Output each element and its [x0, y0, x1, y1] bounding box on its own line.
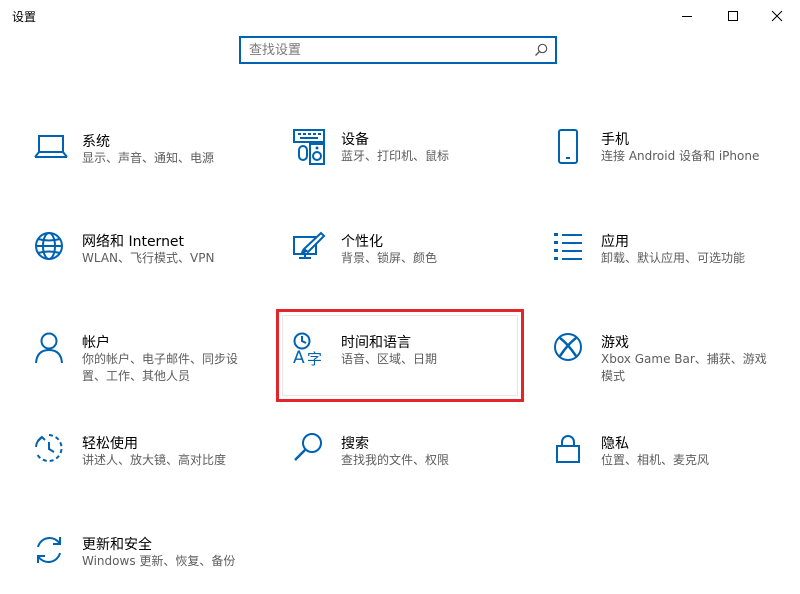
- item-desc: 卸载、默认应用、可选功能: [601, 251, 746, 265]
- item-desc: 蓝牙、打印机、鼠标: [341, 149, 450, 163]
- item-name: 个性化: [341, 234, 383, 250]
- close-button[interactable]: [754, 0, 800, 32]
- item-desc: 连接 Android 设备和 iPhone: [601, 149, 760, 163]
- settings-item-devices[interactable]: 设备 蓝牙、打印机、鼠标: [293, 129, 523, 189]
- settings-item-ease-of-access[interactable]: 轻松使用 讲述人、放大镜、高对比度: [34, 433, 264, 493]
- item-desc: 位置、相机、麦克风: [601, 453, 710, 467]
- settings-item-gaming[interactable]: 游戏 Xbox Game Bar、捕获、游戏模式: [553, 332, 783, 392]
- item-name: 游戏: [601, 335, 629, 351]
- item-name: 应用: [601, 234, 629, 250]
- settings-item-update-security[interactable]: 更新和安全 Windows 更新、恢复、备份: [34, 534, 264, 594]
- apps-list-icon: [554, 233, 582, 260]
- settings-item-time-language[interactable]: A 字 时间和语言 语音、区域、日期: [293, 332, 523, 392]
- maximize-button[interactable]: [710, 0, 756, 32]
- item-name: 系统: [82, 134, 110, 150]
- person-icon: [35, 332, 63, 364]
- window-title: 设置: [12, 10, 37, 24]
- item-desc: 显示、声音、通知、电源: [82, 151, 215, 165]
- phone-icon: [558, 129, 578, 164]
- settings-item-system[interactable]: 系统 显示、声音、通知、电源: [34, 131, 264, 191]
- item-name: 更新和安全: [82, 537, 152, 553]
- item-name: 轻松使用: [82, 436, 138, 452]
- minimize-button[interactable]: [664, 0, 710, 32]
- item-name: 搜索: [341, 436, 369, 452]
- title-bar: 设置: [0, 0, 800, 32]
- ease-of-access-icon: [35, 434, 63, 462]
- item-desc: WLAN、飞行模式、VPN: [82, 251, 215, 265]
- settings-item-accounts[interactable]: 帐户 你的帐户、电子邮件、同步设置、工作、其他人员: [34, 332, 264, 392]
- item-desc: 查找我的文件、权限: [341, 453, 450, 467]
- settings-item-personalization[interactable]: 个性化 背景、锁屏、颜色: [293, 231, 523, 291]
- magnifier-icon: [294, 433, 322, 461]
- item-name: 设备: [341, 132, 369, 148]
- settings-item-network[interactable]: 网络和 Internet WLAN、飞行模式、VPN: [34, 231, 264, 291]
- item-name: 手机: [601, 132, 629, 148]
- svg-text:A: A: [293, 348, 305, 368]
- item-desc: 讲述人、放大镜、高对比度: [82, 453, 227, 467]
- item-desc: 背景、锁屏、颜色: [341, 251, 438, 265]
- settings-item-privacy[interactable]: 隐私 位置、相机、麦克风: [553, 433, 783, 493]
- search-input[interactable]: [241, 38, 527, 62]
- item-desc: Xbox Game Bar、捕获、游戏模式: [601, 352, 767, 383]
- item-desc: 语音、区域、日期: [341, 352, 438, 366]
- item-name: 时间和语言: [341, 335, 411, 351]
- xbox-icon: [554, 333, 582, 361]
- maximize-icon: [728, 11, 738, 21]
- sync-arrows-icon: [37, 537, 61, 563]
- svg-text:字: 字: [307, 350, 322, 368]
- search-box[interactable]: [239, 36, 557, 64]
- settings-item-apps[interactable]: 应用 卸载、默认应用、可选功能: [553, 231, 783, 291]
- settings-item-phone[interactable]: 手机 连接 Android 设备和 iPhone: [553, 129, 783, 189]
- minimize-icon: [682, 16, 692, 17]
- lock-icon: [556, 435, 580, 463]
- time-language-icon: A 字: [293, 332, 322, 368]
- item-name: 帐户: [82, 335, 110, 351]
- devices-keyboard-speaker-icon: [293, 129, 325, 165]
- settings-item-search[interactable]: 搜索 查找我的文件、权限: [293, 433, 523, 493]
- item-desc: Windows 更新、恢复、备份: [82, 554, 236, 568]
- search-icon[interactable]: [527, 38, 555, 62]
- globe-icon: [35, 232, 63, 260]
- item-name: 隐私: [601, 436, 629, 452]
- laptop-icon: [34, 135, 68, 158]
- item-name: 网络和 Internet: [82, 234, 185, 250]
- paint-monitor-icon: [293, 231, 326, 259]
- item-desc: 你的帐户、电子邮件、同步设置、工作、其他人员: [82, 352, 239, 383]
- close-icon: [771, 10, 783, 22]
